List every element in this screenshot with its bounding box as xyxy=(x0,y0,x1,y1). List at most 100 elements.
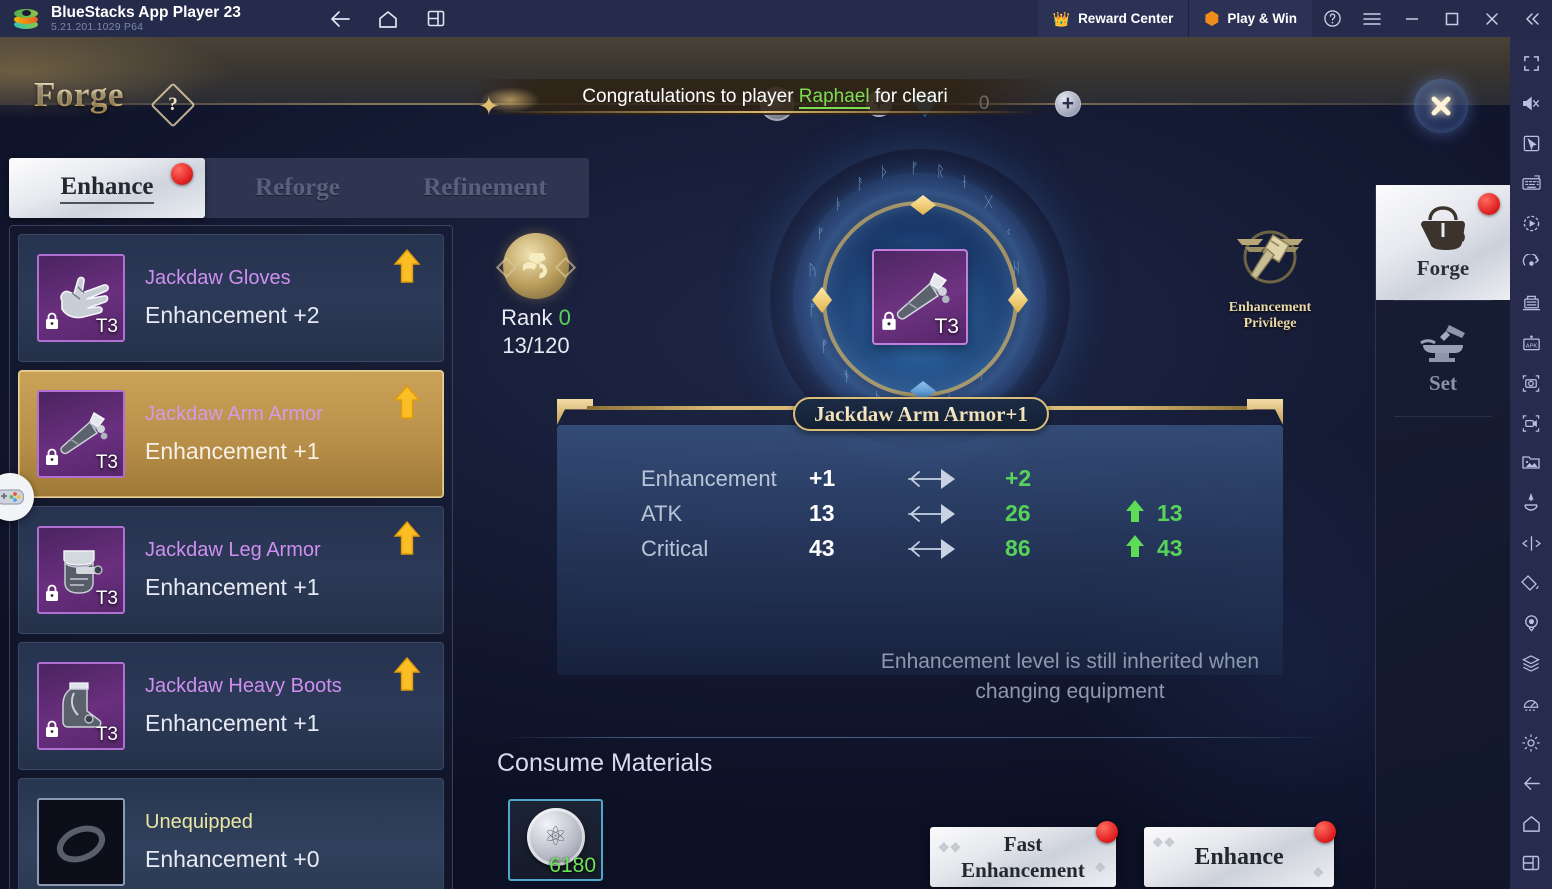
back-icon[interactable] xyxy=(325,5,355,33)
help-diamond-icon[interactable]: ? xyxy=(150,82,196,128)
item-enhancement: Enhancement +1 xyxy=(145,574,320,600)
privilege-line2: Privilege xyxy=(1243,316,1297,331)
tab-enhance-badge xyxy=(171,163,193,185)
selected-item-icon-frame[interactable]: T3 xyxy=(872,249,968,345)
upgrade-arrow-icon xyxy=(393,520,421,555)
reward-center-label: Reward Center xyxy=(1078,11,1174,26)
shake-icon[interactable] xyxy=(1510,523,1552,563)
minimize-icon[interactable] xyxy=(1392,0,1432,37)
multi-instance-manager-icon[interactable] xyxy=(1510,283,1552,323)
nav-item-forge[interactable]: Forge xyxy=(1376,185,1510,300)
item-tier: T3 xyxy=(95,316,118,337)
list-item[interactable]: T3 Jackdaw Gloves Enhancement +2 xyxy=(18,234,444,362)
window-title: BlueStacks App Player 23 xyxy=(51,3,241,21)
enhancement-privilege-button[interactable]: Enhancement Privilege xyxy=(1205,227,1335,332)
list-item[interactable]: T3 Jackdaw Arm Armor Enhancement +1 xyxy=(18,370,444,498)
location-icon[interactable] xyxy=(1510,603,1552,643)
stat-delta-value: 43 xyxy=(1157,535,1183,561)
home-icon[interactable] xyxy=(1510,803,1552,843)
rotate-icon[interactable] xyxy=(1510,483,1552,523)
list-item[interactable]: T3 Jackdaw Heavy Boots Enhancement +1 xyxy=(18,642,444,770)
install-apk-icon[interactable]: APK xyxy=(1510,323,1552,363)
item-name: Unequipped xyxy=(145,811,253,833)
lock-icon xyxy=(44,584,60,607)
list-item[interactable]: T3 Jackdaw Leg Armor Enhancement +1 xyxy=(18,506,444,634)
window-title-group: BlueStacks App Player 23 5.21.201.1029 P… xyxy=(51,4,241,34)
nav-item-set[interactable]: Set xyxy=(1376,301,1510,416)
tab-reforge[interactable]: Reforge xyxy=(205,158,390,218)
forge-tabs: Enhance Reforge Refinement xyxy=(9,158,589,218)
multi-instance-icon[interactable] xyxy=(421,5,451,33)
glove-icon: T3 xyxy=(37,254,125,342)
boots-icon: T3 xyxy=(37,662,125,750)
item-enhancement: Enhancement +1 xyxy=(145,438,320,464)
list-item[interactable]: Unequipped Enhancement +0 xyxy=(18,778,444,889)
stat-name: Critical xyxy=(641,535,709,561)
tab-refinement[interactable]: Refinement xyxy=(390,158,580,218)
svg-text:APK: APK xyxy=(1525,343,1537,349)
stat-arrow-icon xyxy=(905,502,1005,526)
item-tier: T3 xyxy=(95,724,118,745)
cursor-icon[interactable] xyxy=(1510,123,1552,163)
collapse-icon[interactable] xyxy=(1512,0,1552,37)
macro-record-icon[interactable] xyxy=(1510,243,1552,283)
stat-row: ATK 13 26 13 xyxy=(641,496,1183,531)
nav-item-forge-label: Forge xyxy=(1416,256,1470,280)
hammer-icon xyxy=(1237,230,1303,284)
performance-icon[interactable] xyxy=(1510,683,1552,723)
close-x-icon[interactable] xyxy=(1414,79,1468,133)
macro-play-icon[interactable] xyxy=(1510,203,1552,243)
home-icon[interactable] xyxy=(373,5,403,33)
button-decoration: ❖❖ xyxy=(938,840,962,855)
item-name: Jackdaw Heavy Boots xyxy=(145,675,342,697)
announcement-text: Congratulations to player Raphael for cl… xyxy=(582,86,948,109)
announcement-suffix: for cleari xyxy=(869,86,948,107)
forge-bag-icon xyxy=(1421,206,1465,250)
mute-icon[interactable] xyxy=(1510,83,1552,123)
stat-arrow-icon xyxy=(905,537,1005,561)
screenshot-icon[interactable] xyxy=(1510,363,1552,403)
stat-delta: 13 xyxy=(1125,499,1183,529)
tab-reforge-label: Reforge xyxy=(255,174,340,201)
rank-label: Rank 0 xyxy=(478,305,594,331)
enhance-label: Enhance xyxy=(1194,843,1284,870)
rank-text: Rank xyxy=(501,305,553,330)
green-up-arrow-icon xyxy=(1125,534,1145,564)
reward-center-button[interactable]: 👑 Reward Center xyxy=(1037,0,1189,37)
play-and-win-label: Play & Win xyxy=(1227,11,1297,26)
stat-name: Enhancement xyxy=(641,465,777,491)
stat-name: ATK xyxy=(641,500,683,526)
announcement-banner: ✦ Congratulations to player Raphael for … xyxy=(470,79,1060,115)
back-icon[interactable] xyxy=(1510,763,1552,803)
help-icon[interactable] xyxy=(1312,0,1352,37)
tab-enhance[interactable]: Enhance xyxy=(9,158,205,218)
fill-icon[interactable] xyxy=(1510,563,1552,603)
stat-arrow-icon xyxy=(905,467,1005,491)
equipment-list[interactable]: T3 Jackdaw Gloves Enhancement +2 T3 Jack… xyxy=(9,225,453,889)
material-slot[interactable]: ⚛ 6180 xyxy=(508,799,603,881)
rank-progress: 13/120 xyxy=(502,333,570,358)
lock-icon xyxy=(44,312,60,335)
maximize-icon[interactable] xyxy=(1432,0,1472,37)
recents-icon[interactable] xyxy=(1510,843,1552,883)
layers-icon[interactable] xyxy=(1510,643,1552,683)
menu-icon[interactable] xyxy=(1352,0,1392,37)
ring-icon xyxy=(37,798,125,886)
keyboard-controls-icon[interactable] xyxy=(1510,163,1552,203)
settings-icon[interactable] xyxy=(1510,723,1552,763)
privilege-label: Enhancement Privilege xyxy=(1205,300,1335,332)
privilege-line1: Enhancement xyxy=(1228,300,1312,315)
media-manager-icon[interactable] xyxy=(1510,443,1552,483)
item-tier: T3 xyxy=(95,588,118,609)
record-video-icon[interactable] xyxy=(1510,403,1552,443)
rank-value: 0 xyxy=(558,305,571,330)
hexagon-icon xyxy=(1205,11,1219,26)
upgrade-arrow-icon xyxy=(393,656,421,691)
play-and-win-button[interactable]: Play & Win xyxy=(1188,0,1312,37)
fast-enhancement-button[interactable]: ❖❖ ❖ Fast Enhancement xyxy=(930,821,1118,887)
fullscreen-icon[interactable] xyxy=(1510,43,1552,83)
button-decoration: ❖❖ xyxy=(1152,835,1176,850)
inherit-hint: Enhancement level is still inherited whe… xyxy=(880,650,1260,703)
close-icon[interactable] xyxy=(1472,0,1512,37)
enhance-button[interactable]: ❖❖ ❖ Enhance xyxy=(1144,821,1336,887)
